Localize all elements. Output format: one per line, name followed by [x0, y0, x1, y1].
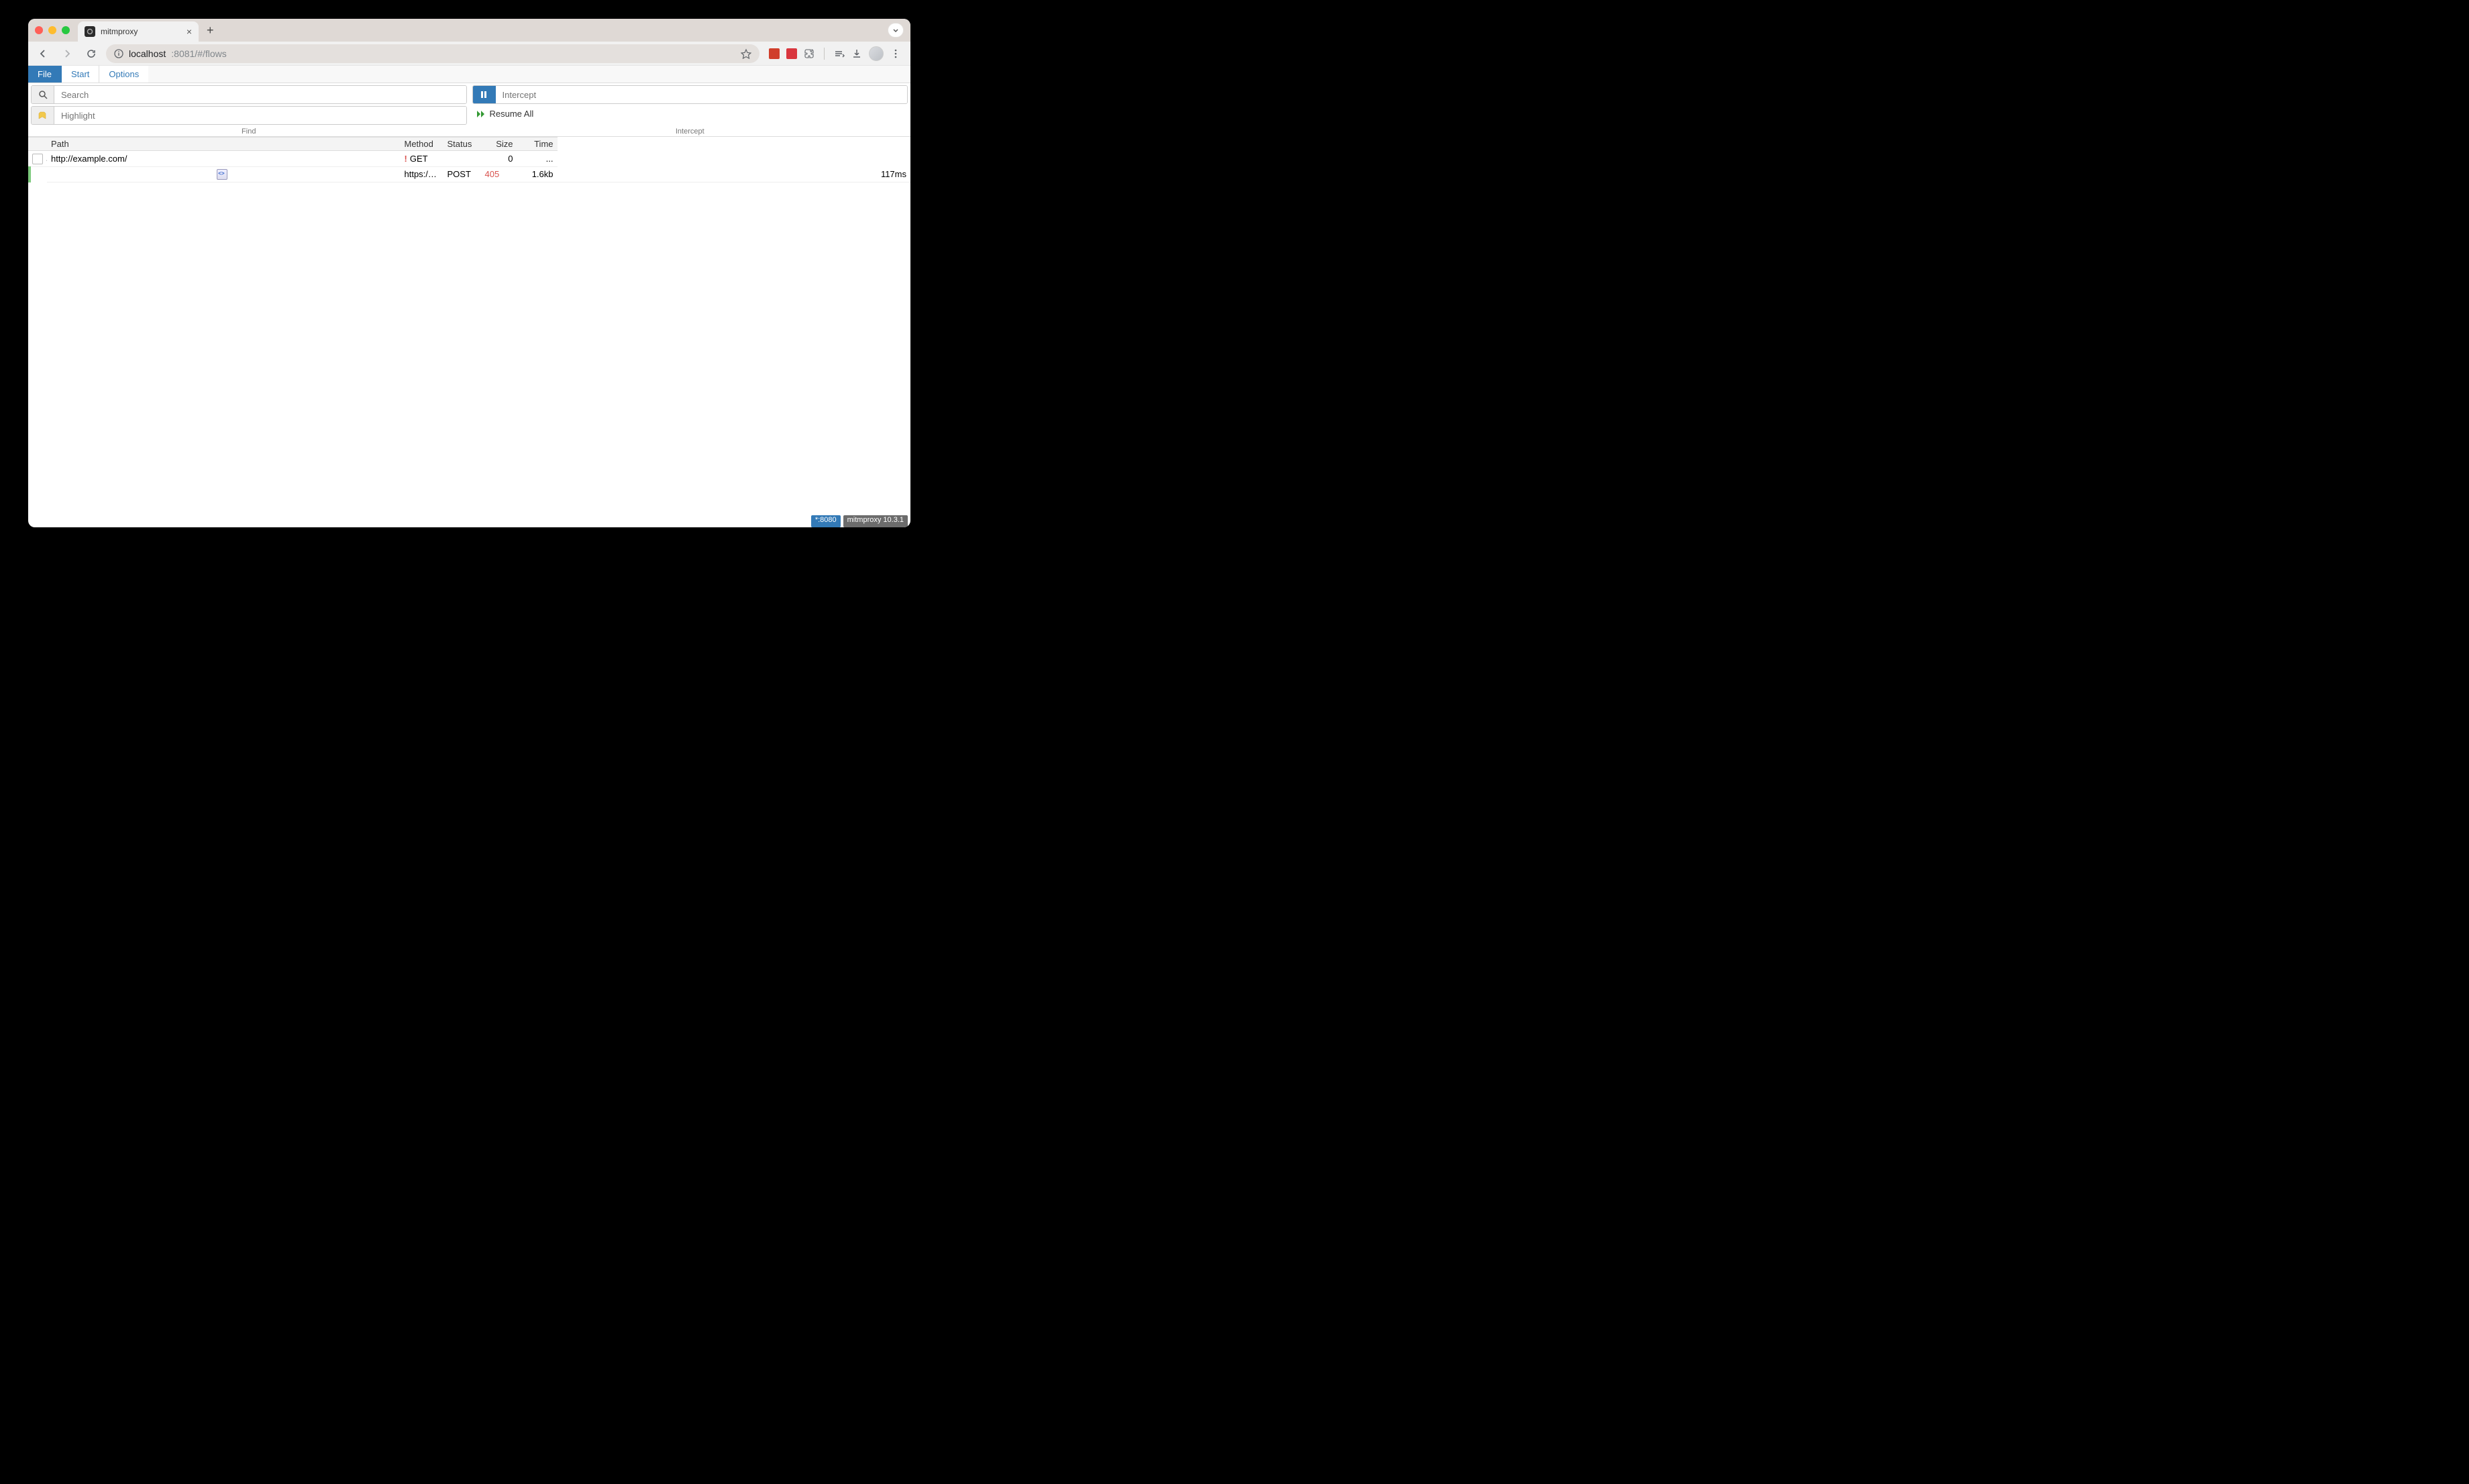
bookmark-icon[interactable] [741, 48, 751, 59]
extensions-puzzle-icon[interactable] [804, 48, 815, 59]
row-path: https://google.com/ [401, 166, 443, 182]
reload-button[interactable] [82, 44, 101, 63]
downloads-icon[interactable] [851, 48, 862, 59]
row-method: !GET [401, 151, 443, 167]
search-input[interactable] [54, 86, 466, 103]
col-size[interactable]: Size [481, 138, 517, 151]
version-badge[interactable]: mitmproxy 10.3.1 [843, 515, 908, 527]
intercept-group [472, 85, 908, 104]
maximize-window-button[interactable] [62, 26, 70, 34]
omnibox[interactable]: localhost :8081/#/flows [106, 44, 759, 63]
traffic-lights [35, 26, 70, 34]
extension-icons [769, 46, 901, 61]
extension-1-icon[interactable] [769, 48, 780, 59]
listen-port-badge[interactable]: *:8080 [811, 515, 841, 527]
menu-file[interactable]: File [28, 66, 62, 83]
col-method[interactable]: Method [401, 138, 443, 151]
back-button[interactable] [34, 44, 52, 63]
tabs-dropdown-button[interactable] [888, 23, 904, 38]
highlight-group [31, 106, 467, 125]
toolbar-divider [824, 48, 825, 60]
status-bar: *:8080 mitmproxy 10.3.1 [28, 515, 910, 527]
tab-title: mitmproxy [101, 27, 181, 36]
resume-all-label: Resume All [490, 109, 534, 119]
table-header-row: Path Method Status Size Time [28, 138, 910, 151]
table-row[interactable]: http://example.com/!GET 0... [28, 151, 910, 167]
row-type-icon [47, 166, 401, 182]
chrome-menu-icon[interactable] [890, 48, 901, 59]
find-label: Find [28, 127, 470, 136]
intercept-mark-icon: ! [405, 154, 407, 164]
row-time: ... [517, 151, 558, 167]
row-time: 117ms [558, 166, 911, 182]
filter-left-column [31, 85, 467, 125]
col-time[interactable]: Time [517, 138, 558, 151]
forward-all-icon [476, 110, 486, 118]
minimize-window-button[interactable] [48, 26, 56, 34]
row-status: 405 [481, 166, 517, 182]
filter-row: Resume All [28, 83, 910, 127]
search-icon[interactable] [32, 86, 54, 103]
row-status [443, 151, 481, 167]
url-path: :8081/#/flows [171, 48, 227, 59]
row-size: 0 [481, 151, 517, 167]
row-method: POST [443, 166, 481, 182]
close-window-button[interactable] [35, 26, 43, 34]
html-file-icon [217, 169, 227, 180]
menu-options[interactable]: Options [99, 66, 148, 83]
forward-button[interactable] [58, 44, 76, 63]
intercept-input[interactable] [496, 86, 908, 103]
file-icon [32, 154, 43, 164]
highlight-icon[interactable] [32, 107, 54, 124]
intercept-label: Intercept [470, 127, 911, 136]
filter-footer-labels: Find Intercept [28, 127, 910, 137]
row-path: http://example.com/ [47, 151, 401, 167]
media-control-icon[interactable] [834, 48, 845, 59]
flow-table: Path Method Status Size Time http://exam… [28, 137, 910, 182]
address-bar: localhost :8081/#/flows [28, 42, 910, 66]
url-host: localhost [129, 48, 166, 59]
row-size: 1.6kb [517, 166, 558, 182]
table-row[interactable]: https://google.com/POST4051.6kb117ms [28, 166, 910, 182]
browser-window: mitmproxy × + localhost :8081/#/flows [28, 19, 910, 527]
mitmproxy-favicon [85, 26, 95, 37]
col-path[interactable]: Path [47, 138, 401, 151]
search-group [31, 85, 467, 104]
extension-2-icon[interactable] [786, 48, 797, 59]
close-tab-icon[interactable]: × [187, 26, 192, 37]
col-status[interactable]: Status [443, 138, 481, 151]
new-tab-button[interactable]: + [204, 21, 217, 39]
highlight-input[interactable] [54, 107, 466, 124]
site-info-icon[interactable] [114, 49, 123, 58]
col-icon[interactable] [28, 138, 47, 151]
profile-avatar[interactable] [869, 46, 884, 61]
tab-strip: mitmproxy × + [28, 19, 910, 42]
pause-icon[interactable] [473, 86, 496, 103]
resume-all-button[interactable]: Resume All [472, 106, 908, 121]
menu-start[interactable]: Start [62, 66, 99, 83]
browser-tab[interactable]: mitmproxy × [78, 21, 199, 42]
filter-right-column: Resume All [472, 85, 908, 125]
app-menu-bar: File Start Options [28, 66, 910, 83]
row-type-icon [28, 151, 47, 167]
